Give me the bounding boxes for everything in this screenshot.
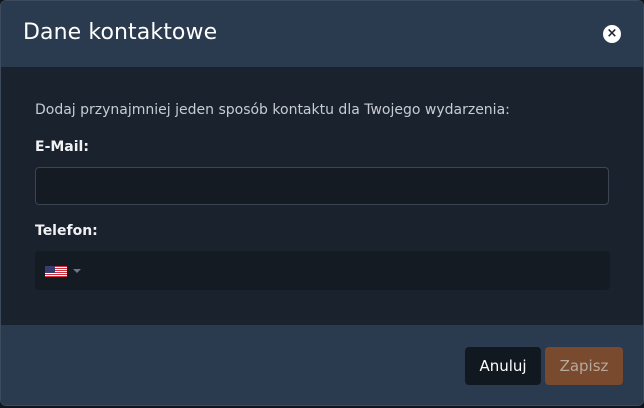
phone-field-wrapper [35,251,610,290]
modal-footer: Anuluj Zapisz [1,325,643,405]
modal-title: Dane kontaktowe [23,20,218,45]
modal-header: Dane kontaktowe × [1,1,643,67]
country-code-selector[interactable] [45,264,85,278]
chevron-down-icon [73,269,81,273]
modal-body: Dodaj przynajmniej jeden sposób kontaktu… [1,67,643,325]
contact-details-modal: Dane kontaktowe × Dodaj przynajmniej jed… [0,0,644,406]
close-icon[interactable]: × [603,25,621,43]
save-button[interactable]: Zapisz [545,347,623,385]
email-field[interactable] [35,167,609,205]
us-flag-icon [45,264,67,277]
phone-label: Telefon: [35,223,98,239]
intro-text: Dodaj przynajmniej jeden sposób kontaktu… [35,102,510,118]
email-label: E-Mail: [35,139,89,155]
cancel-button[interactable]: Anuluj [465,347,541,385]
phone-field[interactable] [91,251,601,290]
